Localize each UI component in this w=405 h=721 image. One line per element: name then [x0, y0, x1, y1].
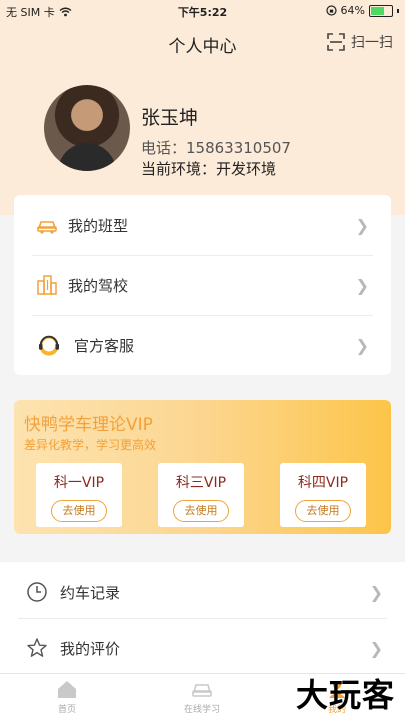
menu-item-customer-service[interactable]: 官方客服 ❯ [14, 315, 391, 375]
battery-icon [369, 4, 393, 17]
vip-card-subject-three[interactable]: 科三VIP 去使用 [158, 463, 244, 527]
vip-banner: 快鸭学车理论VIP 差异化教学，学习更高效 科一VIP 去使用 科三VIP 去使… [14, 400, 391, 534]
tab-label: 在线学习 [183, 705, 220, 715]
use-button[interactable]: 去使用 [51, 500, 107, 522]
vip-title: 快鸭学车理论VIP [24, 415, 153, 435]
scan-icon [327, 33, 345, 51]
profile-section: 张玉坤 电话：15863310507 当前环境：开发环境 [44, 85, 384, 185]
menu-card-secondary: 约车记录 ❯ 我的评价 ❯ [0, 562, 405, 674]
vip-subtitle: 差异化教学，学习更高效 [24, 438, 157, 452]
lock-rotation-icon [325, 5, 337, 16]
tab-home[interactable]: 首页 [27, 678, 107, 715]
avatar[interactable] [44, 85, 130, 171]
scan-label: 扫一扫 [351, 35, 393, 51]
user-phone: 电话：15863310507 [141, 139, 291, 157]
avatar-shirt [58, 143, 116, 171]
chevron-right-icon: ❯ [355, 215, 369, 235]
vip-card-name: 科四VIP [297, 475, 349, 491]
headset-icon [38, 335, 60, 356]
menu-label: 我的驾校 [68, 276, 129, 295]
building-icon [37, 275, 57, 295]
user-environment: 当前环境：开发环境 [141, 160, 277, 178]
status-bar: 无 SIM 卡 下午5:22 64% [0, 0, 405, 22]
menu-label: 官方客服 [74, 336, 135, 355]
menu-item-driving-school[interactable]: 我的驾校 ❯ [14, 255, 391, 315]
tab-label: 首页 [57, 705, 76, 715]
menu-item-my-reviews[interactable]: 我的评价 ❯ [0, 618, 405, 678]
menu-item-booking-records[interactable]: 约车记录 ❯ [0, 562, 405, 622]
menu-label: 我的班型 [68, 216, 129, 235]
chevron-right-icon: ❯ [355, 335, 369, 355]
scan-button[interactable]: 扫一扫 [327, 32, 393, 52]
watermark-logo: 大玩客 [295, 676, 395, 714]
use-button[interactable]: 去使用 [295, 500, 351, 522]
clock-icon [27, 582, 47, 602]
star-icon [27, 638, 47, 657]
battery-tip [397, 8, 399, 13]
car-icon [37, 221, 57, 234]
menu-item-class-type[interactable]: 我的班型 ❯ [14, 195, 391, 255]
battery-fill [371, 6, 384, 15]
car-front-icon [192, 684, 212, 697]
vip-card-name: 科一VIP [53, 475, 105, 491]
use-button[interactable]: 去使用 [173, 500, 229, 522]
chevron-right-icon: ❯ [369, 582, 383, 602]
battery-percent: 64% [340, 4, 365, 17]
menu-card: 我的班型 ❯ 我的驾校 ❯ 官方客服 ❯ [14, 195, 391, 375]
vip-card-subject-four[interactable]: 科四VIP 去使用 [280, 463, 366, 527]
user-name: 张玉坤 [141, 107, 199, 129]
menu-label: 约车记录 [60, 583, 121, 602]
menu-label: 我的评价 [60, 639, 121, 658]
chevron-right-icon: ❯ [355, 275, 369, 295]
vip-card-name: 科三VIP [175, 475, 227, 491]
chevron-right-icon: ❯ [369, 638, 383, 658]
vip-card-subject-one[interactable]: 科一VIP 去使用 [36, 463, 122, 527]
home-icon [58, 681, 76, 698]
tab-online-study[interactable]: 在线学习 [162, 678, 242, 715]
nav-bar: 个人中心 扫一扫 [0, 26, 405, 58]
